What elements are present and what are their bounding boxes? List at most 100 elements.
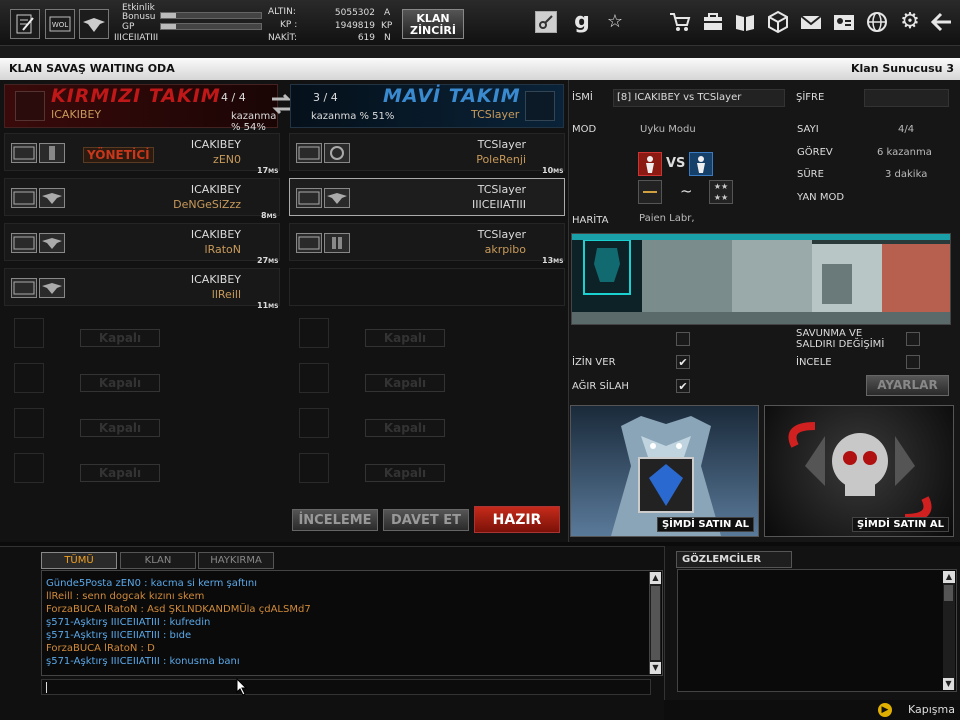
red-player-slot[interactable]: YÖNETİCİ ICAKIBEY zEN0 17MS: [4, 133, 280, 175]
player-clan: ICAKIBEY: [190, 183, 241, 196]
currency-label: NAKİT:: [268, 33, 297, 43]
chat-line: ForzaBUCA lRatoN : Asd ŞKLNDKANDMÜla çdA…: [46, 604, 311, 615]
invite-button[interactable]: DAVET ET: [383, 509, 469, 531]
blue-player-slot[interactable]: TCSlayer PoleRenji 10MS: [289, 133, 565, 175]
chat-tab-shout[interactable]: HAYKIRMA: [198, 552, 274, 569]
chat-scrollbar[interactable]: ▲ ▼: [649, 572, 661, 674]
blue-player-slot[interactable]: TCSlayer akrpibo 13MS: [289, 223, 565, 265]
closed-slot-label[interactable]: Kapalı: [365, 374, 445, 392]
observers-scrollbar[interactable]: ▲ ▼: [943, 571, 955, 690]
cart-icon[interactable]: [668, 10, 692, 34]
rank-stars-icon: ★★ ★★: [709, 180, 733, 204]
unnamed-option-checkbox[interactable]: [676, 332, 690, 346]
closed-slot-label[interactable]: Kapalı: [80, 374, 160, 392]
closed-slot-label[interactable]: Kapalı: [365, 419, 445, 437]
chat-line: ş571-Aşktırş IIICEIIATIII : kufredin: [46, 617, 211, 628]
ready-button[interactable]: HAZIR: [474, 506, 560, 533]
blue-player-slot-selected[interactable]: TCSlayer IIICEIIATIII: [289, 178, 565, 216]
rank-bars-icon: [39, 143, 65, 163]
swap-sides-checkbox[interactable]: [906, 332, 920, 346]
ping: 17MS: [257, 166, 279, 175]
room-name-field[interactable]: [8] ICAKIBEY vs TCSlayer: [613, 89, 785, 107]
player-clan: ICAKIBEY: [190, 273, 241, 286]
rank-eagle-icon: [79, 9, 109, 39]
clan-chain-button[interactable]: KLAN ZİNCİRİ: [402, 9, 464, 39]
map-label: HARİTA: [572, 215, 609, 226]
closed-slot-label[interactable]: Kapalı: [80, 464, 160, 482]
buy-now-button[interactable]: ŞİMDİ SATIN AL: [851, 517, 949, 532]
star-icon[interactable]: ☆: [603, 10, 627, 34]
red-player-slot[interactable]: ICAKIBEY llReill 11MS: [4, 268, 280, 310]
settings-button[interactable]: AYARLAR: [866, 375, 949, 396]
currency-unit: A: [384, 8, 391, 18]
closed-slot-label[interactable]: Kapalı: [80, 419, 160, 437]
clan-chain-line2: ZİNCİRİ: [409, 24, 456, 37]
password-field[interactable]: [864, 89, 949, 107]
chat-tab-all[interactable]: TÜMÜ: [41, 552, 117, 569]
red-player-slot[interactable]: ICAKIBEY DeNGeSiZzz 8MS: [4, 178, 280, 220]
inventory-icon[interactable]: [701, 10, 725, 34]
blue-empty-slot[interactable]: [289, 268, 565, 306]
notes-icon[interactable]: [10, 9, 40, 39]
currency-label: KP :: [280, 20, 298, 30]
gp-progress-bar: [160, 23, 262, 30]
gold-value: 5055302: [334, 8, 375, 18]
profile-icon[interactable]: [832, 10, 856, 34]
g-icon[interactable]: g: [570, 10, 594, 34]
player-clan: TCSlayer: [477, 228, 526, 241]
ad-werewolf-banner[interactable]: ŞİMDİ SATIN AL: [570, 405, 759, 537]
clan-badge-icon: [11, 278, 37, 298]
clan-badge-icon: [11, 188, 37, 208]
ad-skull-banner[interactable]: ŞİMDİ SATIN AL: [764, 405, 954, 537]
closed-slot-label[interactable]: Kapalı: [365, 329, 445, 347]
rank-limit-icon: [638, 180, 662, 204]
swap-sides-label-1: SAVUNMA VE: [796, 328, 863, 339]
closed-slot-label[interactable]: Kapalı: [80, 329, 160, 347]
battle-icon[interactable]: ▶: [878, 703, 892, 717]
blue-winrate: kazanma % 51%: [311, 111, 395, 122]
closed-slot-box: [299, 363, 329, 393]
globe-icon[interactable]: [865, 10, 889, 34]
cube-icon[interactable]: [766, 10, 790, 34]
vs-label: VS: [666, 156, 686, 171]
chat-line: ş571-Aşktırş IIICEIIATIII : konusma banı: [46, 656, 240, 667]
top-bar: WOL Etkinlik Bonusu GP IIICEIIATIII ALTI…: [0, 0, 960, 46]
chat-tab-clan[interactable]: KLAN: [120, 552, 196, 569]
closed-slot-label[interactable]: Kapalı: [365, 464, 445, 482]
book-icon[interactable]: [733, 10, 757, 34]
back-arrow-icon[interactable]: [930, 10, 954, 34]
inspect-option-label: İNCELE: [796, 357, 832, 368]
key-icon[interactable]: [535, 11, 557, 33]
rank-eagle-icon: [39, 278, 65, 298]
ping: 13MS: [542, 256, 564, 265]
ping: 8MS: [261, 211, 277, 220]
mail-icon[interactable]: [799, 10, 823, 34]
rank-eagle-icon: [39, 188, 65, 208]
allow-checkbox[interactable]: ✔: [676, 355, 690, 369]
currency-label: ALTIN:: [268, 7, 296, 17]
chat-line: Günde5Posta zEN0 : kacma si kerm şaftını: [46, 578, 258, 589]
count-label: SAYI: [797, 124, 819, 135]
gear-icon[interactable]: ⚙: [898, 10, 922, 34]
inspect-option-checkbox[interactable]: [906, 355, 920, 369]
player-clan: ICAKIBEY: [190, 228, 241, 241]
player-clan: TCSlayer: [477, 183, 526, 196]
stat-label: GP: [122, 22, 135, 32]
chat-input[interactable]: [41, 679, 651, 695]
player-name: akrpibo: [484, 243, 526, 256]
red-player-slot[interactable]: ICAKIBEY lRatoN 27MS: [4, 223, 280, 265]
chat-line: llReill : senn dogcak kızını skem: [46, 591, 205, 602]
rank-eagle-icon: [39, 233, 65, 253]
room-title: KLAN SAVAŞ WAITING ODA: [9, 62, 175, 75]
ping: 10MS: [542, 166, 564, 175]
rank-bars-icon: [324, 233, 350, 253]
buy-now-button[interactable]: ŞİMDİ SATIN AL: [656, 517, 754, 532]
kp-value: 1949819: [334, 21, 375, 31]
server-name: Klan Sunucusu 3: [850, 62, 954, 75]
bonus-progress-bar: [160, 12, 262, 19]
heavy-weapon-checkbox[interactable]: ✔: [676, 379, 690, 393]
blue-soldier-icon: [689, 152, 713, 176]
cash-value: 619: [357, 33, 375, 43]
mode-label: MOD: [572, 124, 597, 135]
inspect-button[interactable]: İNCELEME: [292, 509, 378, 531]
